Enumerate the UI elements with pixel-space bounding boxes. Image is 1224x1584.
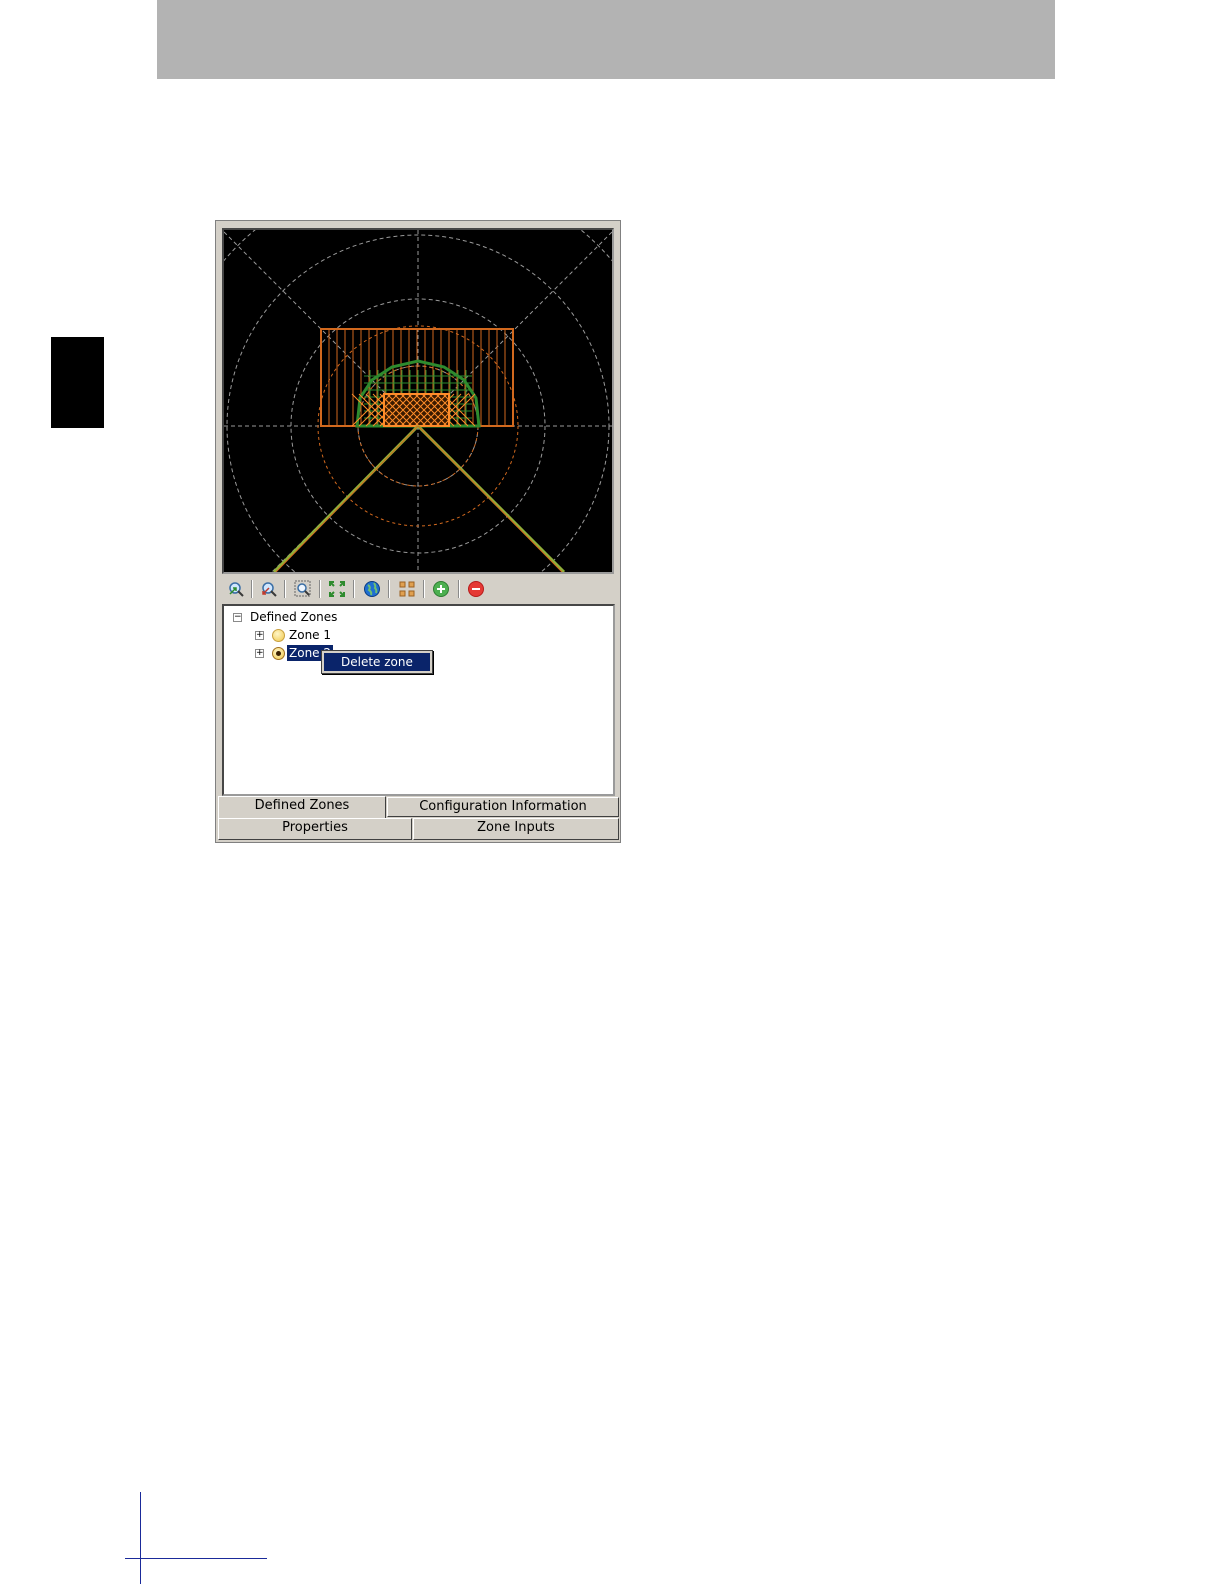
margin-line-horizontal	[125, 1558, 267, 1559]
zone-view-canvas[interactable]	[222, 228, 614, 574]
zone-toolbar	[220, 577, 618, 601]
zone-context-menu: Delete zone	[321, 650, 433, 674]
toolbar-separator	[251, 580, 253, 598]
delete-zone-menu-item[interactable]: Delete zone	[324, 653, 430, 671]
toolbar-separator	[353, 580, 355, 598]
expand-icon[interactable]: +	[255, 649, 264, 658]
zone-view-drawing	[224, 230, 612, 572]
chapter-side-tab	[51, 337, 104, 428]
toolbar-separator	[388, 580, 390, 598]
zone-editor-window: − Defined Zones + Zone 1 + Zone 2 Delete…	[215, 220, 621, 843]
toolbar-separator	[284, 580, 286, 598]
tab-defined-zones[interactable]: Defined Zones	[218, 796, 386, 818]
zoom-in-icon[interactable]	[227, 580, 245, 598]
globe-icon[interactable]	[363, 580, 381, 598]
add-zone-icon[interactable]	[432, 580, 450, 598]
zoom-out-icon[interactable]	[260, 580, 278, 598]
collapse-icon[interactable]: −	[233, 613, 242, 622]
tab-zone-inputs[interactable]: Zone Inputs	[413, 818, 619, 840]
detection-field	[272, 424, 566, 572]
detection-inner-left	[275, 425, 419, 572]
tab-configuration-information[interactable]: Configuration Information	[387, 797, 619, 817]
fit-to-view-icon[interactable]	[328, 580, 346, 598]
toolbar-separator	[319, 580, 321, 598]
detection-inner-right	[417, 425, 563, 572]
zoom-window-icon[interactable]	[294, 580, 312, 598]
page-header-band	[157, 0, 1055, 79]
tree-root-label[interactable]: Defined Zones	[250, 609, 337, 625]
remove-zone-icon[interactable]	[467, 580, 485, 598]
toolbar-separator	[458, 580, 460, 598]
margin-line-vertical	[140, 1492, 141, 1584]
expand-icon[interactable]: +	[255, 631, 264, 640]
defined-zones-tree[interactable]: − Defined Zones + Zone 1 + Zone 2 Delete…	[222, 604, 615, 796]
zone-active-icon	[272, 647, 285, 660]
zone-status-icon	[272, 629, 285, 642]
toolbar-separator	[423, 580, 425, 598]
detection-field-inner	[275, 425, 563, 572]
zone-1-label[interactable]: Zone 1	[289, 627, 331, 643]
grid-points-icon[interactable]	[398, 580, 416, 598]
tab-properties[interactable]: Properties	[218, 818, 412, 840]
